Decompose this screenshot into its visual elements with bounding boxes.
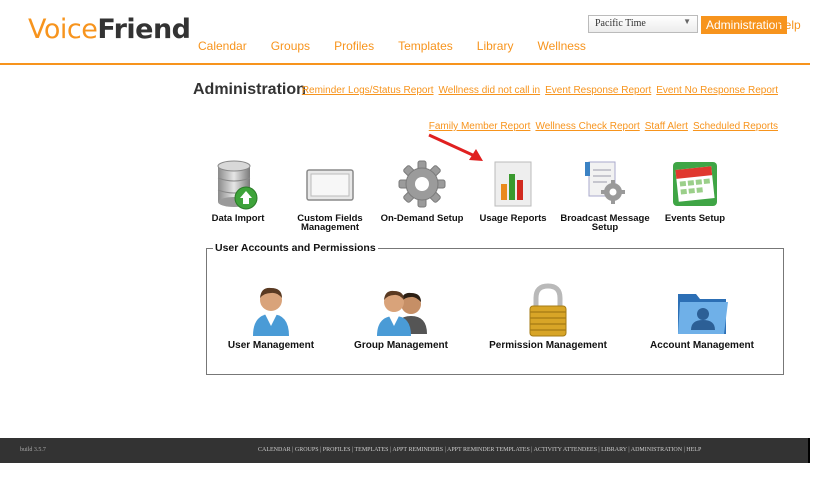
reminder-logs-link[interactable]: Reminder Logs/Status Report — [302, 85, 434, 96]
user-management-tool[interactable]: User Management — [216, 282, 326, 351]
document-gear-icon — [585, 161, 625, 204]
user-accounts-legend: User Accounts and Permissions — [213, 242, 378, 254]
help-link[interactable]: Help — [776, 18, 801, 32]
database-import-icon — [217, 160, 258, 210]
report-links-row1: Reminder Logs/Status Report Wellness did… — [297, 85, 778, 96]
scheduled-reports-link[interactable]: Scheduled Reports — [693, 121, 778, 132]
nav-library[interactable]: Library — [477, 39, 514, 53]
wellness-not-called-link[interactable]: Wellness did not call in — [439, 85, 541, 96]
data-import-tool[interactable]: Data Import — [193, 158, 283, 223]
family-member-report-link[interactable]: Family Member Report — [429, 121, 531, 132]
build-version: build 3.5.7 — [20, 447, 46, 453]
on-demand-setup-label: On-Demand Setup — [380, 213, 464, 224]
main-nav: Calendar Groups Profiles Templates Libra… — [198, 39, 610, 53]
voicefriend-logo[interactable]: VoiceFriend — [28, 14, 191, 45]
app-header: VoiceFriend Calendar Groups Profiles Tem… — [0, 0, 810, 65]
group-management-tool[interactable]: Group Management — [346, 282, 456, 351]
administration-button[interactable]: Administration — [701, 16, 788, 34]
custom-fields-tool[interactable]: Custom Fields Management — [285, 158, 375, 232]
group-management-label: Group Management — [354, 340, 448, 351]
footer-nav-links[interactable]: CALENDAR | GROUPS | PROFILES | TEMPLATES… — [258, 447, 701, 453]
account-management-tool[interactable]: Account Management — [647, 282, 757, 351]
account-management-label: Account Management — [650, 340, 754, 351]
nav-wellness[interactable]: Wellness — [537, 39, 585, 53]
report-links-row2: Family Member Report Wellness Check Repo… — [424, 121, 778, 132]
chevron-down-icon: ▼ — [683, 17, 691, 26]
staff-alert-link[interactable]: Staff Alert — [645, 121, 688, 132]
events-setup-label: Events Setup — [664, 213, 726, 224]
logo-text-voice: Voice — [28, 14, 98, 45]
page-title: Administration — [193, 81, 306, 98]
bar-chart-report-icon — [494, 161, 532, 207]
nav-groups[interactable]: Groups — [271, 39, 310, 53]
app-footer: build 3.5.7 CALENDAR | GROUPS | PROFILES… — [0, 438, 810, 463]
nav-profiles[interactable]: Profiles — [334, 39, 374, 53]
broadcast-message-setup-label: Broadcast Message Setup — [560, 213, 650, 233]
permission-management-label: Permission Management — [489, 340, 607, 351]
event-no-response-report-link[interactable]: Event No Response Report — [656, 85, 778, 96]
usage-reports-tool[interactable]: Usage Reports — [468, 158, 558, 223]
wellness-check-report-link[interactable]: Wellness Check Report — [535, 121, 639, 132]
user-icon — [253, 287, 289, 336]
event-response-report-link[interactable]: Event Response Report — [545, 85, 651, 96]
timezone-selected-value: Pacific Time — [595, 18, 646, 29]
logo-text-friend: Friend — [97, 14, 191, 45]
padlock-icon — [529, 283, 567, 337]
user-management-label: User Management — [227, 340, 315, 351]
gear-icon — [398, 160, 446, 208]
nav-templates[interactable]: Templates — [398, 39, 453, 53]
data-import-label: Data Import — [211, 213, 265, 224]
custom-fields-label: Custom Fields Management — [297, 213, 363, 233]
nav-calendar[interactable]: Calendar — [198, 39, 247, 53]
group-users-icon — [377, 290, 427, 336]
timezone-select[interactable]: Pacific Time ▼ — [588, 15, 698, 33]
calendar-events-icon — [673, 162, 717, 206]
broadcast-message-setup-tool[interactable]: Broadcast Message Setup — [560, 158, 650, 232]
on-demand-setup-tool[interactable]: On-Demand Setup — [377, 158, 467, 223]
user-folder-icon — [678, 294, 728, 334]
permission-management-tool[interactable]: Permission Management — [479, 282, 617, 351]
events-setup-tool[interactable]: Events Setup — [650, 158, 740, 223]
usage-reports-label: Usage Reports — [479, 213, 547, 224]
window-frame-icon — [306, 169, 354, 201]
